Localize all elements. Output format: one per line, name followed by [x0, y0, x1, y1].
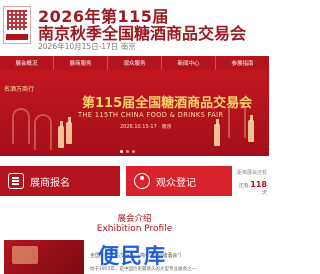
visitor-register-label: 观众登记: [156, 177, 196, 189]
section-title: 展会介绍: [117, 214, 152, 224]
main-nav: 展会概况 展商服务 观众服务 新闻中心 参展指南: [0, 56, 269, 70]
countdown-prefix: 还有: [238, 183, 249, 189]
banner-slogan: 名酒万商行: [4, 86, 35, 93]
hero-banner[interactable]: 名酒万商行 第115届全国糖酒商品交易会 THE 115TH CHINA FOO…: [0, 70, 269, 156]
form-icon: [8, 173, 24, 189]
bottle-decoration: [248, 115, 254, 142]
arch-decoration: [34, 114, 52, 150]
bottle-decoration: [66, 117, 72, 144]
section-subtitle: Exhibition Profile: [96, 224, 173, 234]
countdown: 距离展会还有 还有 118 天: [235, 166, 269, 196]
banner-english-title: THE 115TH CHINA FOOD & DRINKS FAIR: [78, 111, 224, 119]
carousel-dot[interactable]: [126, 150, 129, 153]
qr-logo[interactable]: [3, 6, 31, 44]
nav-item-exhibitor-service[interactable]: 展商服务: [54, 56, 108, 70]
banner-title: 第115届全国糖酒商品交易会: [82, 96, 253, 111]
carousel-dots[interactable]: [120, 150, 135, 153]
nav-item-visitor-service[interactable]: 观众服务: [108, 56, 162, 70]
countdown-days: 118: [250, 180, 267, 189]
site-header: 2026年第115届 南京秋季全国糖酒商品交易会 2026年10月15日-17日…: [0, 0, 269, 54]
banner-meta: 2026.10.15-17 · 南京: [120, 124, 172, 130]
action-row: 展商报名 观众登记 距离展会还有 还有 118 天: [0, 166, 269, 198]
event-date: 2026年10月15日-17日 南京: [38, 42, 136, 51]
arch-decoration: [12, 108, 30, 144]
nav-item-overview[interactable]: 展会概况: [0, 56, 54, 70]
profile-image: [4, 240, 84, 274]
exhibition-profile: 展会介绍 Exhibition Profile 全国糖酒商品交易会（简称"全国糖…: [0, 208, 269, 274]
countdown-value-row: 还有 118 天: [235, 180, 267, 196]
exhibitor-register-button[interactable]: 展商报名: [0, 166, 120, 196]
nav-item-news[interactable]: 新闻中心: [162, 56, 216, 70]
watermark: 便民库: [98, 244, 167, 268]
bottle-decoration: [58, 121, 64, 148]
logo-label: [6, 34, 28, 40]
qr-code-icon: [7, 10, 27, 30]
exhibitor-register-label: 展商报名: [30, 177, 70, 189]
nav-item-guide[interactable]: 参展指南: [216, 56, 269, 70]
bottle-decoration: [214, 119, 220, 146]
countdown-unit: 天: [261, 190, 267, 196]
carousel-dot[interactable]: [132, 150, 135, 153]
countdown-label: 距离展会还有: [236, 170, 267, 176]
visitor-register-button[interactable]: 观众登记: [126, 166, 232, 196]
carousel-dot[interactable]: [120, 150, 123, 153]
user-icon: [134, 173, 150, 189]
